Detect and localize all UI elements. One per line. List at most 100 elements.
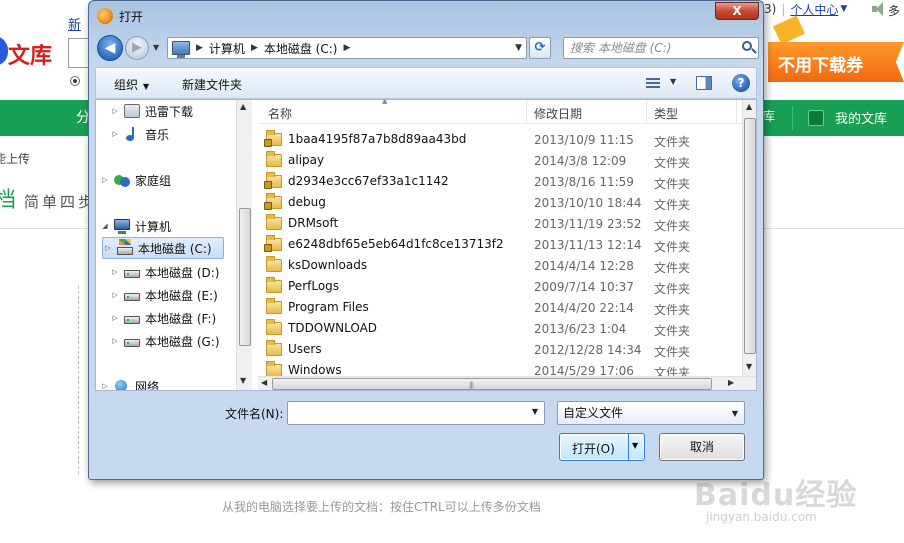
breadcrumb-drive-c[interactable]: 本地磁盘 (C:) [264,40,338,57]
locked-folder-icon [264,234,282,252]
scroll-down-icon[interactable]: ▼ [240,376,246,385]
folder-icon [266,276,282,293]
scroll-down-icon[interactable]: ▼ [746,362,752,371]
chevron-down-icon: ▼ [670,77,677,86]
file-row[interactable]: DRMsoft 2013/11/19 23:52 文件夹 [258,213,742,235]
collapse-icon[interactable]: ◢ [100,222,110,230]
nav-my-library[interactable]: 我的文库 [808,108,887,127]
column-divider[interactable] [526,100,527,124]
file-row[interactable]: d2934e3cc67ef33a1c1142 2013/8/16 11:59 文件夹 [258,171,742,193]
forward-button[interactable]: ▶ [125,36,149,60]
file-row[interactable]: ksDownloads 2014/4/14 12:28 文件夹 [258,255,742,277]
expand-icon[interactable]: ▷ [110,130,120,138]
file-type: 文件夹 [654,198,691,212]
file-type: 文件夹 [654,282,691,296]
file-row[interactable]: debug 2013/10/10 18:44 文件夹 [258,192,742,214]
file-row[interactable]: TDDOWNLOAD 2013/6/23 1:04 文件夹 [258,318,742,340]
user-center-link[interactable]: 个人中心 [790,1,838,18]
scroll-up-icon[interactable]: ▲ [240,102,246,111]
column-modified[interactable]: 修改日期 [534,105,582,122]
file-list-hscrollbar[interactable]: ◀ ||| ▶ [258,376,756,390]
expand-icon[interactable]: ▷ [100,382,110,390]
expand-icon[interactable]: ▷ [103,244,113,252]
expand-icon[interactable]: ▷ [110,291,120,299]
tree-item-computer[interactable]: ◢ 计算机 [100,215,171,237]
column-name[interactable]: 名称 [268,105,292,122]
scroll-up-icon[interactable]: ▲ [746,102,752,111]
breadcrumb-separator-icon[interactable]: ▶ [251,43,258,53]
recent-locations-dropdown[interactable]: ▼ [153,43,159,52]
tree-scrollbar[interactable]: ▲ ▼ [236,100,252,390]
column-divider[interactable] [736,100,737,124]
file-type-select[interactable]: 自定义文件 ▼ [557,401,745,425]
tree-item-xunlei[interactable]: ▷ 迅雷下载 [110,100,193,122]
column-divider[interactable] [646,100,647,124]
nav-divider [792,106,793,130]
breadcrumb-separator-icon[interactable]: ▶ [343,43,350,53]
chevron-down-icon[interactable]: ▼ [532,407,538,416]
scroll-left-icon[interactable]: ◀ [261,378,267,387]
address-dropdown-icon[interactable]: ▼ [515,43,522,53]
file-row[interactable]: PerfLogs 2009/7/14 10:37 文件夹 [258,276,742,298]
tree-item-label: 音乐 [145,127,170,142]
expand-icon[interactable]: ▷ [100,176,110,184]
address-bar[interactable]: ▶ 计算机 ▶ 本地磁盘 (C:) ▶ ▼ [167,37,527,59]
view-options-button[interactable]: ▼ [646,75,680,93]
back-button[interactable]: ◀ [97,35,123,61]
breadcrumb-separator-icon[interactable]: ▶ [196,43,203,53]
organize-button[interactable]: 组织 ▼ [114,76,149,93]
tree-scroll-thumb[interactable] [239,208,251,346]
file-list-vscrollbar[interactable]: ▲ ▼ [742,100,756,376]
tree-item-network[interactable]: ▷ 网络 [100,375,159,390]
file-list-vscroll-thumb[interactable] [744,118,756,354]
preview-pane-icon[interactable] [696,76,712,90]
file-date: 2014/3/8 12:09 [534,154,627,168]
tree-item-drive-e[interactable]: ▷ 本地磁盘 (E:) [110,284,218,306]
tree-item-label: 本地磁盘 (G:) [145,334,220,349]
search-icon[interactable] [742,41,752,51]
speaker-icon[interactable] [872,2,884,16]
view-details-icon [646,78,660,89]
tree-item-drive-g[interactable]: ▷ 本地磁盘 (G:) [110,330,220,352]
file-row[interactable]: e6248dbf65e5eb64d1fc8ce13713f2 2013/11/13… [258,234,742,256]
search-type-radio[interactable] [70,76,80,86]
breadcrumb-computer[interactable]: 计算机 [209,40,245,57]
expand-icon[interactable]: ▷ [110,268,120,276]
help-icon[interactable]: ? [732,74,750,92]
expand-icon[interactable]: ▷ [110,337,120,345]
tree-item-drive-f[interactable]: ▷ 本地磁盘 (F:) [110,307,216,329]
scroll-right-icon[interactable]: ▶ [728,378,734,387]
folder-icon [266,213,282,230]
tree-item-drive-d[interactable]: ▷ 本地磁盘 (D:) [110,261,219,283]
file-row[interactable]: alipay 2014/3/8 12:09 文件夹 [258,150,742,172]
tree-item-music[interactable]: ▷ 音乐 [110,123,169,145]
open-options-dropdown[interactable]: ▼ [632,441,638,450]
expand-icon[interactable]: ▷ [110,314,120,322]
chevron-down-icon[interactable]: ▼ [840,4,847,14]
tree-item-drive-c[interactable]: ▷ 本地磁盘 (C:) [102,237,224,259]
top-right-cut-text[interactable]: 多 [888,2,900,19]
open-button[interactable]: 打开(O) ▼ [559,433,645,461]
file-row[interactable]: 1baa4195f87a7b8d89aa43bd 2013/10/9 11:15 文… [258,129,742,151]
tree-item-homegroup[interactable]: ▷ 家庭组 [100,169,171,191]
refresh-button[interactable]: ⟳ [529,37,551,59]
navigation-tree: ▷ 迅雷下载 ▷ 音乐 ▷ 家庭组 ◢ 计算机 ▷ 本地磁盘 (C:) ▷ 本地… [96,100,252,390]
new-folder-button[interactable]: 新建文件夹 [182,76,242,93]
site-search-input[interactable] [68,38,90,68]
top-link-count[interactable]: 3) [764,2,776,16]
close-button[interactable]: X [715,2,759,20]
file-list-hscroll-thumb[interactable]: ||| [272,378,712,390]
column-type[interactable]: 类型 [654,105,678,122]
new-link[interactable]: 新 [68,14,81,33]
file-name-cell: Program Files [266,297,369,314]
filename-input[interactable]: ▼ [287,401,545,425]
file-date: 2013/6/23 1:04 [534,322,627,336]
cancel-button[interactable]: 取消 [659,433,745,461]
file-row[interactable]: Users 2012/12/28 14:34 文件夹 [258,339,742,361]
refresh-icon: ⟳ [534,40,546,55]
search-input[interactable]: 搜索 本地磁盘 (C:) [563,37,759,59]
ad-banner[interactable]: 不用下载券 [768,42,904,82]
expand-icon[interactable]: ▷ [110,107,120,115]
file-row[interactable]: Program Files 2014/4/20 22:14 文件夹 [258,297,742,319]
file-name: PerfLogs [288,279,340,293]
